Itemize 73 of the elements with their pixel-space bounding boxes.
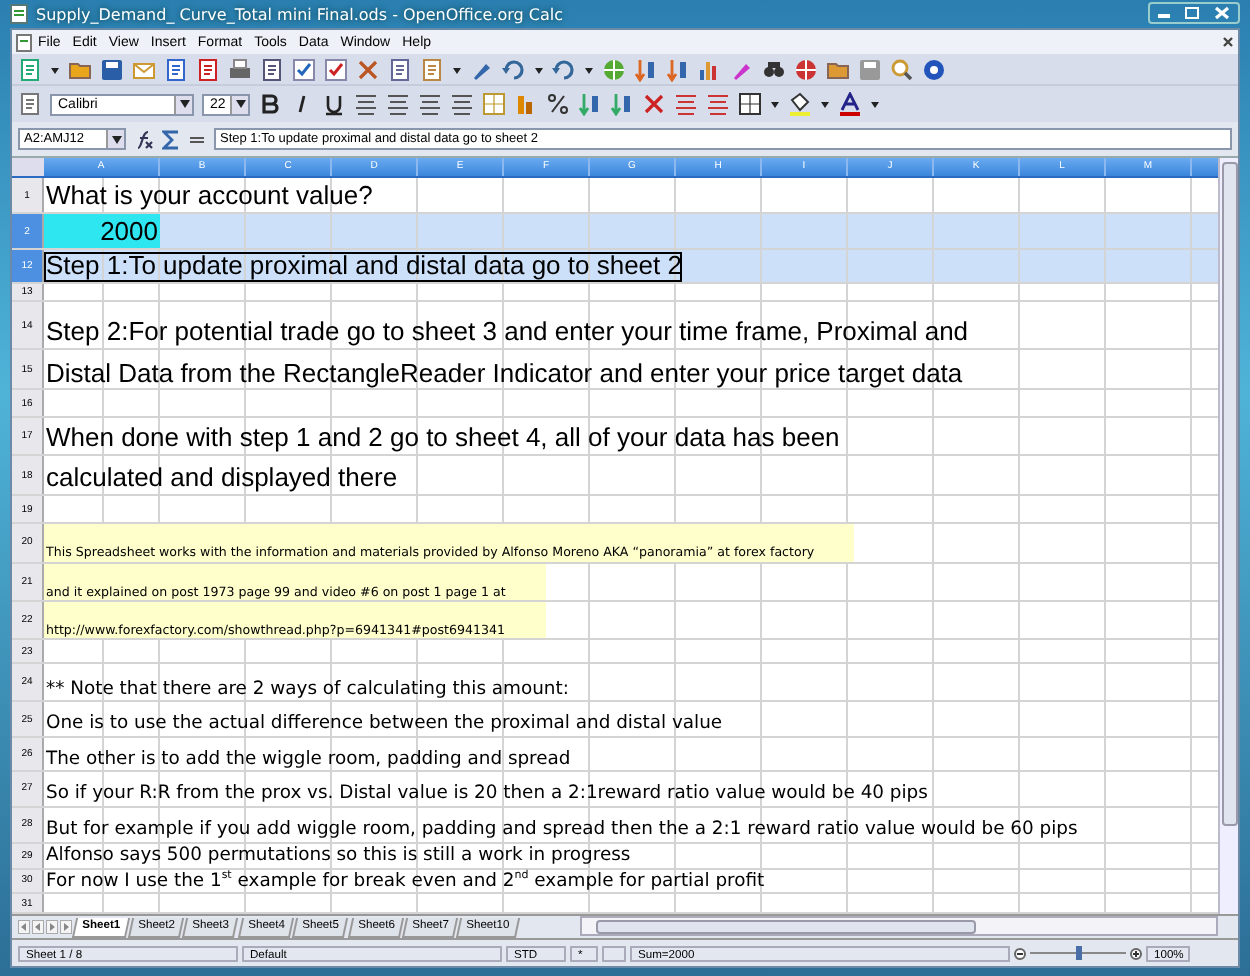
previous-sheet-icon[interactable] bbox=[32, 920, 44, 934]
cell-text: One is to use the actual difference between the proximal and distal value bbox=[44, 714, 723, 736]
cut-icon[interactable] bbox=[356, 57, 380, 81]
first-sheet-icon[interactable] bbox=[18, 920, 30, 934]
cell-text: What is your account value? bbox=[44, 182, 373, 213]
paste-icon[interactable] bbox=[420, 57, 444, 81]
cell-text: Distal Data from the RectangleReader Indicator and enter your price target data bbox=[44, 359, 963, 389]
cell-text: Alfonso says 500 permutations so this is still a work in progress bbox=[44, 846, 631, 868]
dropdown-caret-icon[interactable] bbox=[179, 100, 189, 108]
bold-icon[interactable] bbox=[258, 92, 282, 116]
align-center-icon[interactable] bbox=[386, 92, 410, 116]
help-icon[interactable] bbox=[922, 57, 946, 81]
chart-icon[interactable] bbox=[698, 57, 722, 81]
zoom-in-icon[interactable] bbox=[1130, 947, 1142, 959]
next-sheet-icon[interactable] bbox=[46, 920, 58, 934]
sum-icon[interactable] bbox=[162, 129, 180, 149]
hyperlink-icon[interactable] bbox=[602, 57, 626, 81]
new-document-icon[interactable] bbox=[18, 57, 42, 81]
underline-icon[interactable] bbox=[322, 92, 346, 116]
number-format-icon[interactable] bbox=[578, 92, 602, 116]
cell-text: The other is to add the wiggle room, padding and spread bbox=[44, 749, 571, 771]
edit-file-icon[interactable] bbox=[164, 57, 188, 81]
scroll-thumb[interactable] bbox=[1221, 162, 1237, 826]
document-icon bbox=[16, 33, 32, 51]
zoom-icon[interactable] bbox=[890, 57, 914, 81]
sort-ascending-icon[interactable] bbox=[634, 57, 658, 81]
zoom-thumb[interactable] bbox=[1075, 946, 1081, 960]
page-preview-icon[interactable] bbox=[260, 57, 284, 81]
merge-cells-icon[interactable] bbox=[482, 92, 506, 116]
horizontal-scrollbar[interactable] bbox=[579, 916, 1218, 936]
undo-icon[interactable] bbox=[502, 57, 526, 81]
window-title: Supply_Demand_ Curve_Total mini Final.ods - OpenOffice.org Calc bbox=[36, 5, 566, 23]
cell-text: For now I use the 1$^{st}$ example for break even and 2$^{nd}$ example for partial profit bbox=[44, 869, 765, 893]
add-decimal-icon[interactable] bbox=[610, 92, 634, 116]
save-icon[interactable] bbox=[100, 57, 124, 81]
binoculars-icon[interactable] bbox=[762, 57, 786, 81]
decrease-indent-icon[interactable] bbox=[674, 92, 698, 116]
copy-icon[interactable] bbox=[388, 57, 412, 81]
email-icon[interactable] bbox=[132, 57, 156, 81]
cell-text: calculated and displayed there bbox=[44, 463, 398, 494]
cell-text: Step 1:To update proximal and distal data go to sheet 2 bbox=[44, 252, 682, 283]
delete-decimal-icon[interactable] bbox=[642, 92, 666, 116]
dropdown-caret-icon[interactable] bbox=[235, 100, 245, 108]
currency-icon[interactable] bbox=[514, 92, 538, 116]
status-field bbox=[602, 945, 626, 961]
function-wizard-icon[interactable] bbox=[134, 129, 154, 149]
cell-value: 2000 bbox=[44, 214, 160, 248]
percent-icon[interactable] bbox=[546, 92, 570, 116]
close-icon[interactable] bbox=[1218, 32, 1238, 52]
cell-text: Step 2:For potential trade go to sheet 3 and enter your time frame, Proximal and bbox=[44, 318, 969, 349]
increase-indent-icon[interactable] bbox=[706, 92, 730, 116]
align-right-icon[interactable] bbox=[418, 92, 442, 116]
cell-text: When done with step 1 and 2 go to sheet 4, all of your data has been bbox=[44, 424, 840, 455]
vertical-scrollbar[interactable] bbox=[1218, 158, 1238, 914]
app-icon bbox=[10, 4, 28, 24]
cell-text: ** Note that there are 2 ways of calculating this amount: bbox=[44, 679, 569, 701]
last-sheet-icon[interactable] bbox=[60, 920, 72, 934]
background-color-icon[interactable] bbox=[788, 92, 812, 116]
print-icon[interactable] bbox=[228, 57, 252, 81]
autospellcheck-icon[interactable] bbox=[324, 57, 348, 81]
borders-icon[interactable] bbox=[738, 92, 762, 116]
justify-icon[interactable] bbox=[450, 92, 474, 116]
sort-descending-icon[interactable] bbox=[666, 57, 690, 81]
font-color-icon[interactable] bbox=[838, 92, 862, 116]
styles-icon[interactable] bbox=[18, 92, 42, 116]
cell-text: But for example if you add wiggle room, padding and spread then the a 2:1 reward ratio value would be 60 pips bbox=[44, 820, 1078, 843]
align-left-icon[interactable] bbox=[354, 92, 378, 116]
redo-icon[interactable] bbox=[552, 57, 576, 81]
export-pdf-icon[interactable] bbox=[196, 57, 220, 81]
dropdown-caret-icon[interactable] bbox=[111, 135, 121, 143]
zoom-out-icon[interactable] bbox=[1014, 947, 1026, 959]
spellcheck-icon[interactable] bbox=[292, 57, 316, 81]
cell-text: So if your R:R from the prox vs. Distal value is 20 then a 2:1reward ratio value would be 40 pips bbox=[44, 784, 928, 806]
